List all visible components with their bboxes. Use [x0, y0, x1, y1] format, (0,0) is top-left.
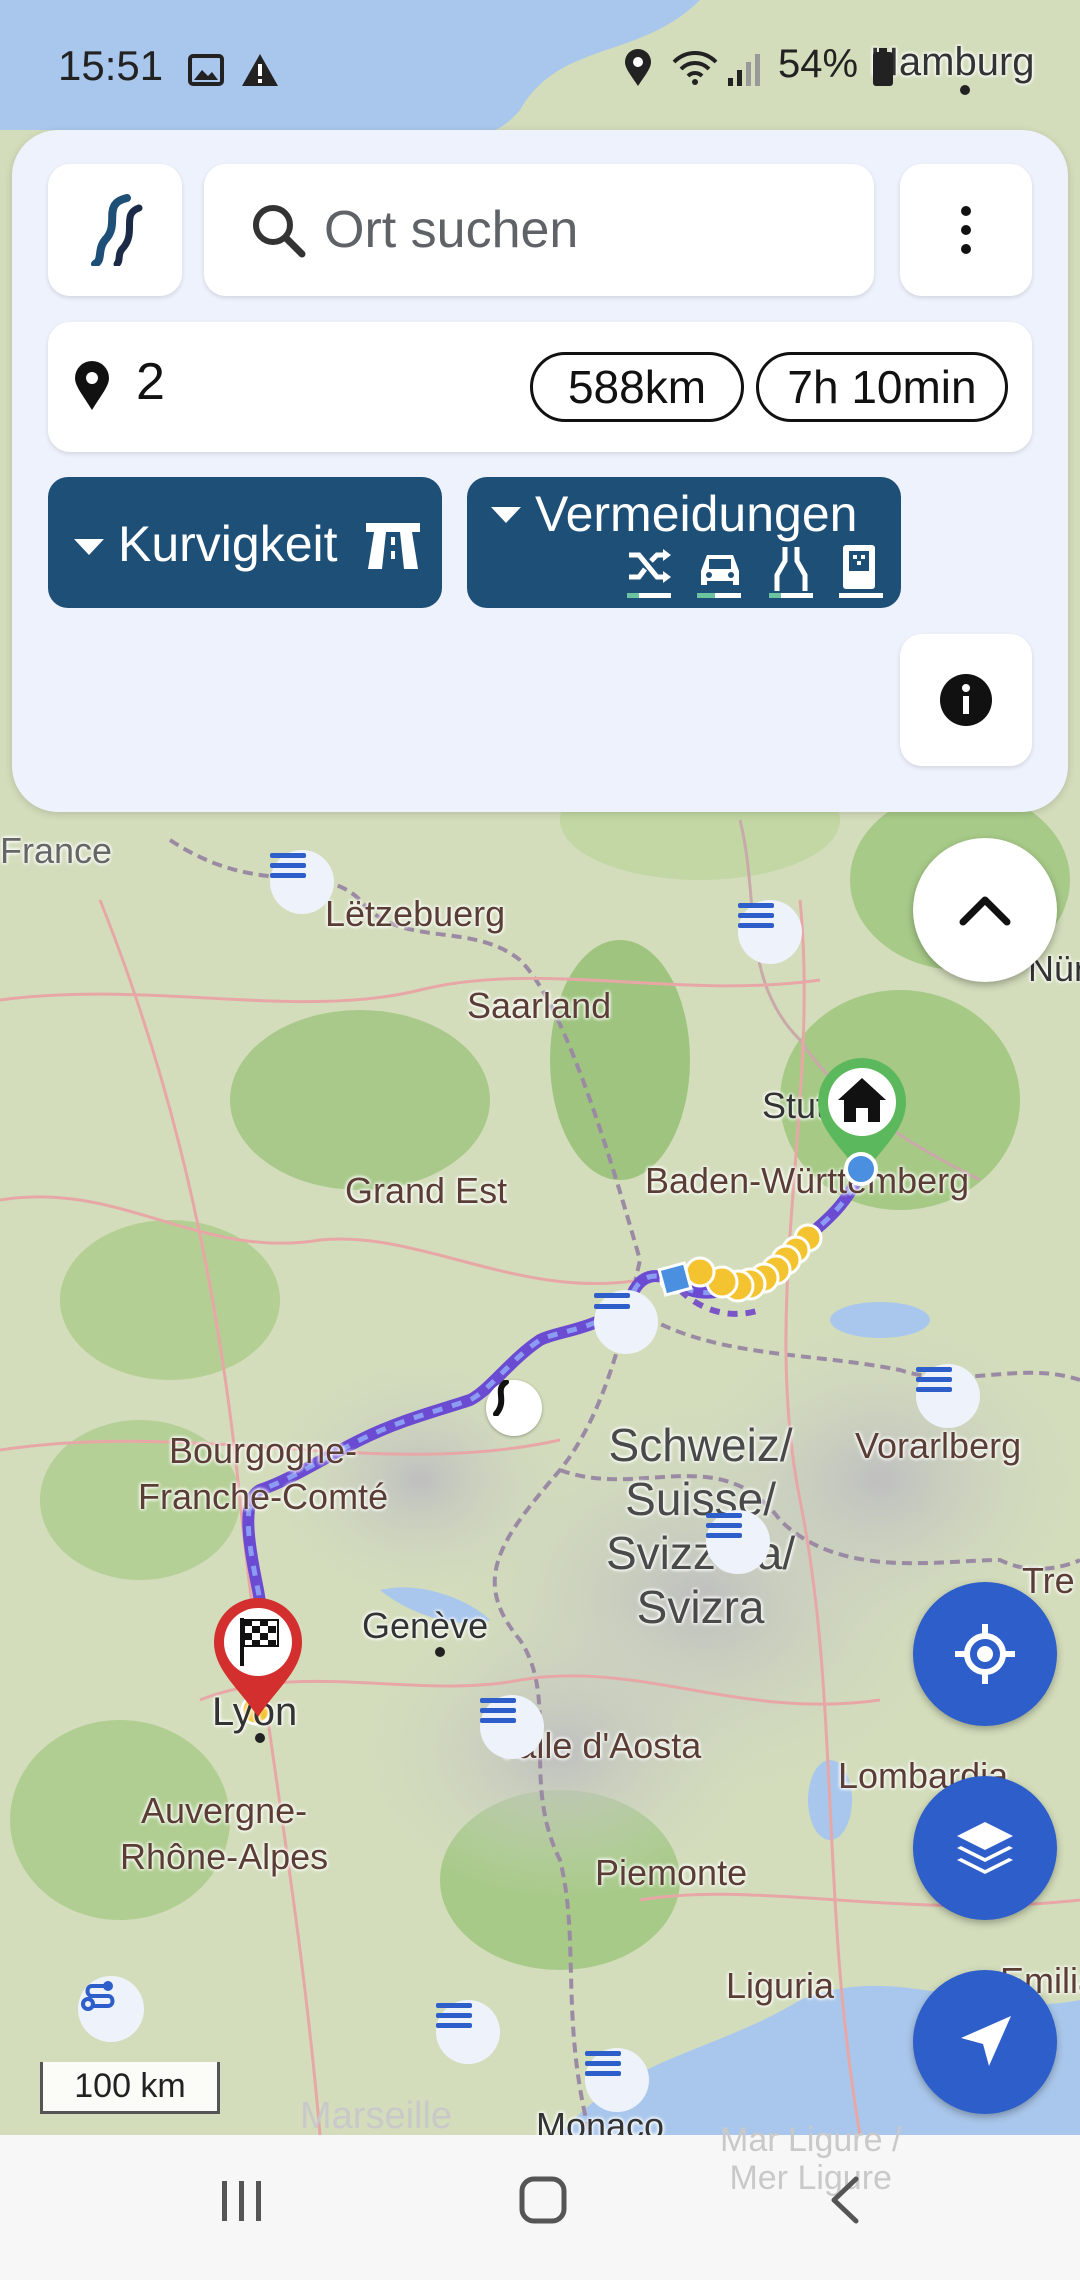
info-icon — [940, 674, 992, 726]
map-label-letzebuerg: Lëtzebuerg — [325, 893, 506, 934]
caret-down-icon — [491, 507, 521, 523]
recent-apps-icon[interactable] — [218, 2179, 266, 2223]
route-panel: Ort suchen 2 588km 7h 10min Kurvigkeit V… — [12, 130, 1068, 812]
map-label-bourgogne: Bourgogne- Franche-Comté — [138, 1430, 389, 1517]
avoidances-dropdown[interactable]: Vermeidungen — [467, 477, 901, 608]
locate-me-button[interactable] — [913, 1582, 1057, 1726]
poi-marker-icon[interactable] — [738, 900, 802, 964]
avoid-indicator-bar — [627, 593, 671, 598]
car-icon — [701, 555, 739, 585]
curviness-dropdown[interactable]: Kurvigkeit — [48, 477, 442, 608]
back-icon[interactable] — [826, 2175, 862, 2225]
battery-icon — [873, 48, 893, 86]
warning-icon — [242, 54, 278, 86]
wifi-icon — [672, 51, 718, 85]
route-summary[interactable]: 2 588km 7h 10min — [48, 322, 1032, 452]
map-label-mar-ligure: Mar Ligure / Mer Ligure — [720, 2121, 902, 2197]
waypoint-count: 2 — [136, 353, 165, 411]
curviness-label: Kurvigkeit — [118, 516, 338, 572]
collapse-panel-button[interactable] — [913, 838, 1057, 982]
location-pin-icon — [75, 360, 109, 410]
app-logo-button[interactable] — [48, 164, 182, 296]
search-input[interactable]: Ort suchen — [324, 200, 578, 260]
chevron-up-icon — [959, 896, 1011, 926]
info-button[interactable] — [900, 634, 1032, 766]
map-label-auvergne: Auvergne- Rhône-Alpes — [120, 1790, 329, 1877]
map-label-piemonte: Piemonte — [595, 1852, 748, 1893]
poi-marker-icon[interactable] — [270, 850, 334, 914]
shuffle-icon — [629, 549, 671, 583]
route-waypoint-marker-icon[interactable] — [594, 1290, 658, 1354]
map-label-vorarlberg: Vorarlberg — [855, 1425, 1022, 1466]
start-navigation-button[interactable] — [913, 1970, 1057, 2114]
map-label-baden-wuerttemberg: Baden-Württemberg — [645, 1160, 970, 1201]
map-label-schweiz: Schweiz/ Suisse/ Svizzera/ Svizra — [606, 1419, 796, 1633]
gps-crosshair-icon — [955, 1624, 1015, 1684]
avoidances-label: Vermeidungen — [535, 486, 858, 542]
status-time: 15:51 — [58, 42, 164, 89]
current-location-dot — [844, 1152, 878, 1186]
highway-icon — [366, 523, 420, 569]
map-label-liguria: Liguria — [726, 1965, 835, 2006]
toll-booth-icon — [843, 545, 875, 589]
map-label-france: France — [0, 830, 113, 871]
poi-marker-icon[interactable] — [480, 1695, 544, 1759]
poi-marker-icon[interactable] — [585, 2048, 649, 2112]
system-navigation-bar: Marseille Mar Ligure / Mer Ligure — [0, 2095, 1080, 2280]
route-track-icon[interactable] — [78, 1976, 144, 2042]
map-label-monaco: Monaco — [536, 2105, 665, 2135]
location-icon — [625, 49, 651, 86]
battery-percent: 54% — [778, 42, 859, 86]
road-narrow-icon — [774, 547, 808, 591]
map-label-tre: Tre — [1022, 1560, 1075, 1601]
map-layers-button[interactable] — [913, 1776, 1057, 1920]
curve-logo-icon — [91, 194, 143, 266]
navigation-arrow-icon — [961, 2016, 1011, 2066]
poi-marker-icon[interactable] — [436, 2000, 500, 2064]
map-label-grand-est: Grand Est — [345, 1170, 508, 1211]
avoid-indicator-bar — [769, 593, 813, 598]
destination-marker[interactable] — [208, 1592, 308, 1722]
search-bar[interactable]: Ort suchen — [204, 164, 874, 296]
distance-badge: 588km — [530, 352, 744, 422]
avoid-indicator-bar — [839, 593, 883, 598]
more-vertical-icon — [961, 206, 971, 254]
poi-marker-icon[interactable] — [706, 1510, 770, 1574]
map-label-marseille: Marseille — [300, 2095, 453, 2137]
home-button-icon[interactable] — [518, 2175, 568, 2225]
status-bar: 15:51 54% — [0, 30, 1080, 110]
duration-badge: 7h 10min — [756, 352, 1008, 422]
map-label-geneve: Genève — [362, 1605, 489, 1646]
search-icon — [253, 205, 306, 258]
curve-road-icon[interactable] — [486, 1380, 542, 1436]
avoid-indicator-bar — [697, 593, 741, 598]
signal-icon — [728, 54, 760, 86]
map-scale-bar: 100 km — [40, 2062, 220, 2114]
map-label-saarland: Saarland — [467, 985, 612, 1026]
poi-marker-icon[interactable] — [916, 1364, 980, 1428]
layers-icon — [957, 1822, 1013, 1874]
caret-down-icon — [74, 539, 104, 555]
more-menu-button[interactable] — [900, 164, 1032, 296]
image-icon — [188, 54, 224, 86]
